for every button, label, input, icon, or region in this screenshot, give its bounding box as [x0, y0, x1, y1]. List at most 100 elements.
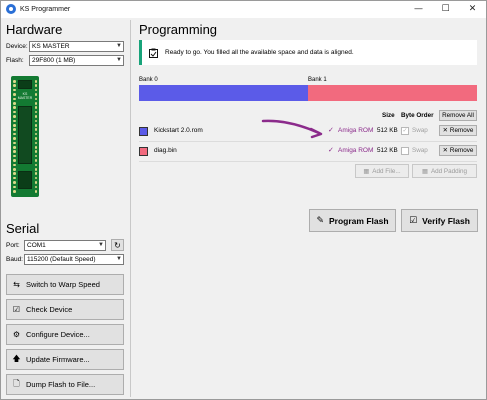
- swap-label: Swap: [412, 147, 428, 154]
- client-area: Hardware Device: KS MASTER ▼ Flash: 29F8…: [1, 18, 486, 399]
- board-pin: [34, 141, 37, 145]
- file-color-swatch: [139, 147, 148, 156]
- flash-label: Flash:: [6, 57, 24, 64]
- add-file-button[interactable]: ▦ Add File...: [355, 164, 409, 178]
- chevron-down-icon: ▼: [116, 57, 122, 63]
- verify-flash-button[interactable]: ☑ Verify Flash: [401, 209, 478, 232]
- board-pin: [13, 128, 16, 131]
- maximize-icon[interactable]: ☐: [432, 1, 459, 17]
- board-pin: [34, 102, 37, 105]
- board-pin: [13, 88, 16, 92]
- file-size: 512 KB: [377, 127, 398, 134]
- program-flash-button[interactable]: ✎ Program Flash: [309, 209, 396, 232]
- board-pin: [34, 106, 37, 109]
- board-pin: [34, 181, 37, 184]
- board-pin: [13, 146, 16, 149]
- file-type: Amiga ROM: [338, 127, 374, 134]
- board-pin: [34, 168, 37, 171]
- edit-icon: ✎: [316, 215, 324, 226]
- board-pin: [13, 150, 16, 153]
- refresh-icon: ↻: [114, 240, 121, 250]
- check-device-label: Check Device: [26, 305, 73, 314]
- switch-warp-speed-label: Switch to Warp Speed: [26, 280, 100, 289]
- clipboard-check-icon: [149, 48, 158, 58]
- status-text: Ready to go. You filled all the availabl…: [165, 49, 354, 56]
- row-separator: [139, 161, 477, 162]
- remove-all-button[interactable]: Remove All: [439, 110, 477, 121]
- board-label: KS MASTER: [17, 92, 33, 100]
- swap-checkbox[interactable]: [401, 147, 409, 155]
- board-pin: [34, 132, 37, 136]
- port-select[interactable]: COM1 ▼: [24, 240, 106, 251]
- dump-flash-button[interactable]: 🗋 Dump Flash to File...: [6, 374, 124, 395]
- update-firmware-label: Update Firmware...: [26, 355, 90, 364]
- file-name: Kickstart 2.0.rom: [154, 127, 203, 134]
- flash-select-value: 29F800 (1 MB): [32, 57, 76, 64]
- board-pin: [34, 115, 37, 118]
- board-pin: [13, 80, 16, 83]
- board-chip-main: [18, 106, 32, 164]
- close-icon: ✕: [442, 127, 448, 134]
- board-pin: [34, 88, 37, 92]
- check-icon: ✓: [328, 146, 334, 154]
- board-pin: [13, 137, 16, 140]
- add-padding-label: Add Padding: [430, 167, 468, 175]
- flash-select[interactable]: 29F800 (1 MB) ▼: [29, 55, 124, 66]
- update-firmware-button[interactable]: 🡅 Update Firmware...: [6, 349, 124, 370]
- add-padding-button[interactable]: ▦ Add Padding: [412, 164, 477, 178]
- configure-device-button[interactable]: ⚙ Configure Device...: [6, 324, 124, 345]
- board-pin: [13, 115, 16, 118]
- board-pin: [34, 119, 37, 123]
- board-pin: [13, 93, 16, 96]
- board-pin: [13, 110, 16, 114]
- switch-icon: ⇆: [13, 280, 20, 289]
- size-column-header: Size: [382, 112, 395, 119]
- board-pin: [34, 124, 37, 127]
- app-window: KS Programmer — ☐ ✕ Hardware Device: KS …: [0, 0, 487, 400]
- remove-file-button[interactable]: ✕ Remove: [439, 145, 477, 156]
- swap-checkbox[interactable]: ✓: [401, 127, 409, 135]
- refresh-ports-button[interactable]: ↻: [111, 239, 124, 251]
- baud-select[interactable]: 115200 (Default Speed) ▼: [24, 254, 124, 265]
- ks-master-board-image: KS MASTER: [11, 76, 39, 197]
- file-type: Amiga ROM: [338, 147, 374, 154]
- board-pin: [13, 159, 16, 162]
- hardware-heading: Hardware: [6, 22, 63, 37]
- panel-divider: [130, 20, 131, 397]
- board-pin: [34, 154, 37, 158]
- port-select-value: COM1: [27, 242, 46, 249]
- device-select[interactable]: KS MASTER ▼: [29, 41, 124, 52]
- checkbox-icon: ☑: [12, 305, 21, 314]
- board-pin: [34, 93, 37, 96]
- swap-label: Swap: [412, 127, 428, 134]
- file-row: diag.bin ✓ Amiga ROM 512 KB Swap ✕ Remov…: [139, 145, 477, 159]
- board-pin: [13, 163, 16, 167]
- board-pin: [13, 181, 16, 184]
- configure-device-label: Configure Device...: [26, 330, 90, 339]
- remove-file-button[interactable]: ✕ Remove: [439, 125, 477, 136]
- padding-icon: ▦: [421, 167, 428, 175]
- chevron-down-icon: ▼: [98, 242, 104, 248]
- board-chip-top: [18, 80, 32, 89]
- board-pin: [13, 132, 16, 136]
- verify-check-icon: ☑: [409, 215, 418, 226]
- board-pin: [34, 176, 37, 180]
- board-pin: [13, 106, 16, 109]
- board-pin: [34, 185, 37, 189]
- board-pin: [34, 80, 37, 83]
- board-pin: [13, 154, 16, 158]
- check-device-button[interactable]: ☑ Check Device: [6, 299, 124, 320]
- board-pin: [34, 137, 37, 140]
- minimize-icon[interactable]: —: [405, 1, 432, 17]
- document-icon: 🗋: [13, 378, 20, 388]
- board-chip-bottom: [18, 171, 32, 189]
- board-pin: [13, 190, 16, 193]
- board-pin: [13, 119, 16, 123]
- app-icon: [6, 4, 16, 14]
- file-size: 512 KB: [377, 147, 398, 154]
- switch-warp-speed-button[interactable]: ⇆ Switch to Warp Speed: [6, 274, 124, 295]
- close-icon[interactable]: ✕: [459, 1, 486, 17]
- byte-order-column-header: Byte Order: [401, 112, 434, 119]
- board-pin: [13, 172, 16, 175]
- chevron-down-icon: ▼: [116, 256, 122, 262]
